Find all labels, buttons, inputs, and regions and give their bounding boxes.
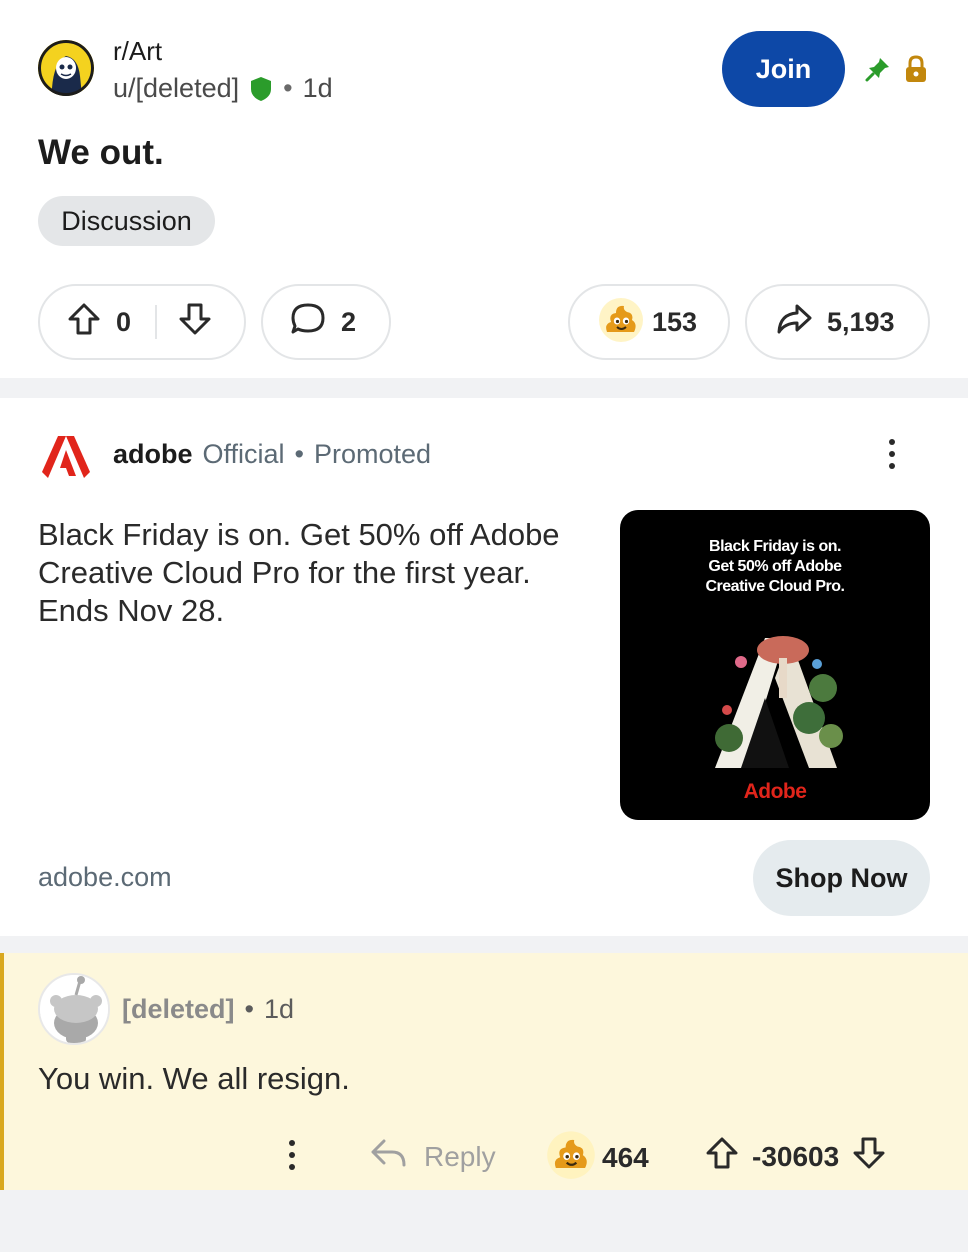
comment-header: [deleted] • 1d	[122, 994, 294, 1025]
comment-actions: Reply 464 -30603	[4, 1131, 968, 1179]
upvote-icon[interactable]	[704, 1135, 740, 1178]
share-button[interactable]: 5,193	[745, 284, 930, 360]
comment-score: -30603	[752, 1140, 840, 1172]
reply-label: Reply	[424, 1140, 496, 1172]
vote-divider	[155, 305, 158, 339]
post-time: 1d	[302, 73, 333, 103]
ad-image-line: Get 50% off Adobe	[708, 558, 842, 575]
award-icon	[544, 1127, 598, 1188]
feed-background	[0, 1190, 968, 1252]
comment-body[interactable]: You win. We all resign.	[38, 1061, 350, 1097]
separator-dot: •	[283, 73, 293, 103]
section-divider	[0, 378, 968, 398]
promoted-ad[interactable]: adobe Official • Promoted Black Friday i…	[0, 398, 968, 936]
reply-icon	[368, 1135, 408, 1178]
join-button[interactable]: Join	[722, 31, 845, 107]
post-card[interactable]: r/Art u/[deleted] • 1d Join We out. Disc…	[0, 0, 968, 378]
kebab-icon[interactable]	[880, 436, 904, 472]
ad-image-brand: Adobe	[743, 780, 807, 803]
post-meta: u/[deleted] • 1d	[113, 73, 333, 104]
adobe-collage-icon	[705, 618, 845, 778]
subreddit-avatar[interactable]	[38, 40, 94, 96]
section-divider	[0, 936, 968, 953]
ad-image-line: Creative Cloud Pro.	[705, 578, 845, 595]
shop-now-button[interactable]: Shop Now	[753, 840, 930, 916]
share-icon	[775, 301, 813, 344]
upvote-icon[interactable]	[66, 301, 102, 344]
share-count: 5,193	[827, 306, 895, 337]
ad-promoted-label: Promoted	[314, 439, 432, 469]
post-author[interactable]: u/[deleted]	[113, 73, 239, 104]
pin-icon	[864, 55, 892, 83]
comments-button[interactable]: 2	[261, 284, 391, 360]
award-icon	[596, 294, 646, 351]
adobe-logo-icon[interactable]	[38, 428, 94, 484]
reply-button[interactable]: Reply	[368, 1135, 496, 1178]
separator-dot: •	[244, 994, 254, 1024]
ad-header: adobe Official • Promoted	[113, 439, 431, 470]
post-flair[interactable]: Discussion	[38, 196, 215, 246]
kebab-icon[interactable]	[280, 1137, 304, 1173]
lock-icon	[903, 55, 929, 83]
comment-award-button[interactable]: 464	[544, 1127, 649, 1188]
comment-count: 2	[341, 306, 357, 337]
award-button[interactable]: 153	[568, 284, 730, 360]
comment-award-count: 464	[602, 1141, 649, 1173]
separator-dot: •	[294, 439, 304, 469]
comment-author[interactable]: [deleted]	[122, 994, 235, 1025]
ad-body-text[interactable]: Black Friday is on. Get 50% off Adobe Cr…	[38, 516, 598, 630]
ad-image-headline: Black Friday is on. Get 50% off Adobe Cr…	[620, 537, 930, 597]
award-count: 153	[652, 306, 698, 337]
comment-vote-controls: -30603	[704, 1135, 887, 1178]
ad-brand[interactable]: adobe	[113, 439, 193, 470]
subreddit-name[interactable]: r/Art	[113, 36, 162, 67]
comment-icon	[289, 301, 327, 344]
ad-domain[interactable]: adobe.com	[38, 862, 172, 893]
ad-official-label: Official	[202, 439, 285, 469]
ad-image-line: Black Friday is on.	[709, 538, 841, 555]
vote-controls: 0	[38, 284, 246, 360]
comment[interactable]: [deleted] • 1d You win. We all resign. R…	[0, 953, 968, 1190]
comment-avatar[interactable]	[38, 973, 110, 1045]
post-title[interactable]: We out.	[38, 133, 164, 173]
downvote-icon[interactable]	[177, 301, 213, 344]
ad-image[interactable]: Black Friday is on. Get 50% off Adobe Cr…	[620, 510, 930, 820]
comment-time: 1d	[263, 994, 295, 1024]
downvote-icon[interactable]	[851, 1135, 887, 1178]
shield-icon	[249, 75, 273, 103]
post-score: 0	[116, 306, 132, 337]
